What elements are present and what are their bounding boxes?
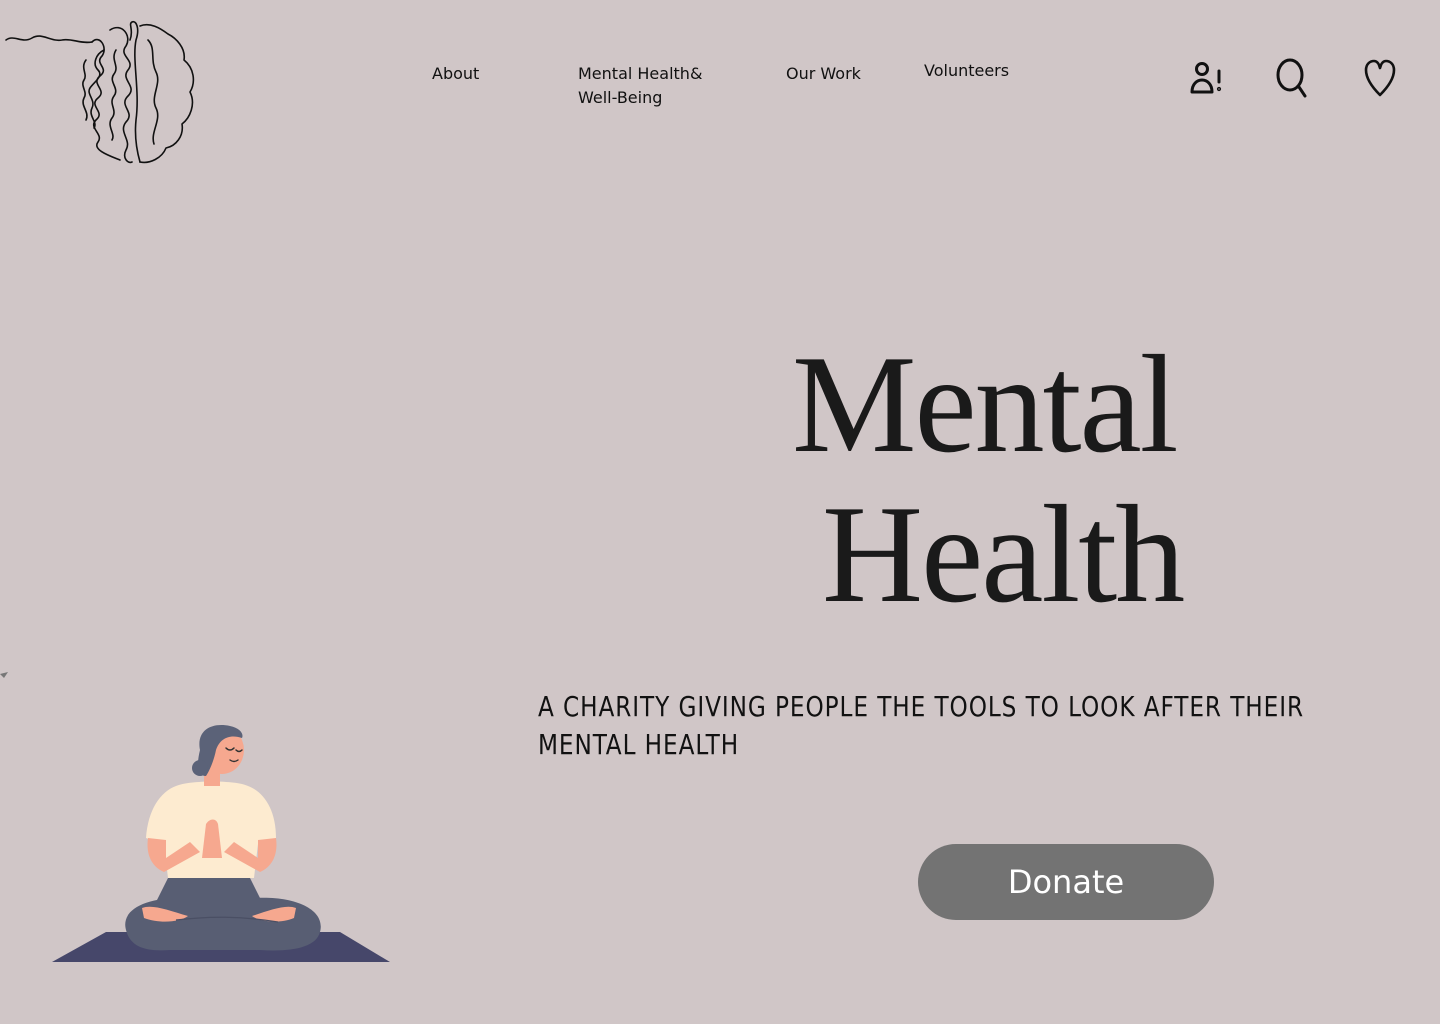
nav-mental-health-line1: Mental Health& [578, 64, 703, 83]
heart-icon [1364, 59, 1396, 97]
search-button[interactable] [1268, 54, 1316, 102]
nav-about[interactable]: About [432, 62, 479, 86]
user-alert-icon [1190, 62, 1222, 94]
hero-title-line2: Health [822, 477, 1185, 632]
nav-volunteers[interactable]: Volunteers [924, 59, 1009, 83]
favorites-button[interactable] [1356, 54, 1404, 102]
hero-subtitle: A CHARITY GIVING PEOPLE THE TOOLS TO LOO… [538, 690, 1304, 761]
account-button[interactable] [1182, 54, 1230, 102]
donate-button[interactable]: Donate [918, 844, 1214, 920]
meditation-illustration [52, 725, 390, 962]
nav-mental-health-line2: Well-Being [578, 88, 663, 107]
brain-logo[interactable] [0, 20, 200, 170]
nav-our-work[interactable]: Our Work [786, 62, 861, 86]
nav-mental-health-well-being[interactable]: Mental Health& Well-Being [578, 62, 702, 110]
search-icon [1276, 58, 1307, 98]
hero-title-line1: Mental [792, 327, 1179, 482]
hero-title: Mental Health [770, 330, 1230, 630]
crossed-legs [125, 897, 321, 951]
edge-fragment [0, 672, 8, 678]
